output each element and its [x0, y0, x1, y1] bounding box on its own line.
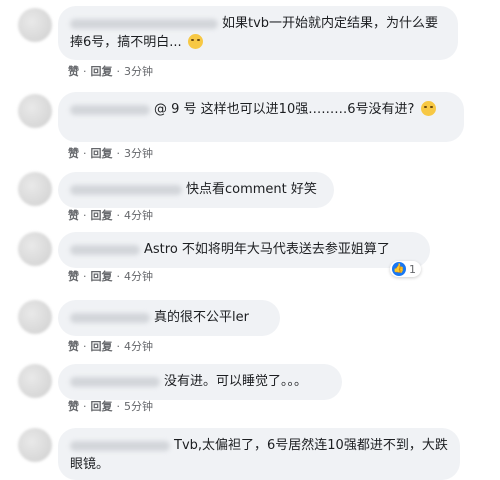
avatar[interactable] — [18, 232, 52, 266]
comment-bubble: @ 9 号 这样也可以进10强………6号没有进? — [58, 92, 464, 142]
reply-button[interactable]: 回复 — [91, 209, 113, 222]
like-button[interactable]: 赞 — [68, 270, 79, 283]
comment-text: Astro 不如将明年大马代表送去参亚姐算了 — [144, 242, 390, 257]
avatar[interactable] — [18, 172, 52, 206]
grinning-sweat-emoji-icon — [187, 34, 203, 49]
reply-button[interactable]: 回复 — [91, 65, 113, 78]
avatar[interactable] — [18, 300, 52, 334]
author-name[interactable] — [70, 184, 182, 195]
comment-text: 真的很不公平ler — [154, 310, 249, 325]
reply-button[interactable]: 回复 — [91, 147, 113, 160]
reply-button[interactable]: 回复 — [91, 340, 113, 353]
like-button[interactable]: 赞 — [68, 65, 79, 78]
avatar[interactable] — [18, 428, 52, 462]
comment-time[interactable]: 4分钟 — [124, 209, 153, 222]
comment-actions: 赞 · 回复 · 3分钟 — [68, 147, 153, 160]
like-button[interactable]: 赞 — [68, 147, 79, 160]
author-name[interactable] — [70, 312, 150, 323]
comment-text: 没有进。可以睡觉了。。。 — [164, 374, 308, 389]
comment-bubble: 快点看comment 好笑 — [58, 172, 334, 208]
comment-actions: 赞 · 回复 · 4分钟 — [68, 209, 153, 222]
comment-time[interactable]: 4分钟 — [124, 270, 153, 283]
comment-time[interactable]: 3分钟 — [124, 65, 153, 78]
avatar[interactable] — [18, 94, 52, 128]
author-name[interactable] — [70, 440, 170, 451]
comment-actions: 赞 · 回复 · 4分钟 — [68, 270, 153, 283]
comment-text: @ 9 号 这样也可以进10强………6号没有进? — [154, 102, 415, 117]
comment-bubble: 没有进。可以睡觉了。。。 — [58, 364, 342, 400]
comment-bubble: Astro 不如将明年大马代表送去参亚姐算了 — [58, 232, 430, 268]
like-button[interactable]: 赞 — [68, 340, 79, 353]
worried-face-emoji-icon — [420, 101, 436, 116]
like-button[interactable]: 赞 — [68, 209, 79, 222]
reply-button[interactable]: 回复 — [91, 400, 113, 413]
comment-text: 快点看comment 好笑 — [186, 182, 317, 197]
comment-actions: 赞 · 回复 · 3分钟 — [68, 65, 153, 78]
comment-bubble: 如果tvb一开始就内定结果，为什么要捧6号，搞不明白... — [58, 6, 458, 60]
comment-time[interactable]: 5分钟 — [124, 400, 153, 413]
thumbs-up-icon: 👍 — [392, 262, 406, 276]
comment-bubble: 真的很不公平ler — [58, 300, 280, 336]
author-name[interactable] — [70, 104, 150, 115]
author-name[interactable] — [70, 244, 140, 255]
reaction-number: 1 — [409, 262, 416, 276]
reaction-count[interactable]: 👍 1 — [390, 261, 421, 277]
like-button[interactable]: 赞 — [68, 400, 79, 413]
comment-bubble: Tvb,太偏袒了，6号居然连10强都进不到，大跌眼镜。 — [58, 428, 460, 480]
reply-button[interactable]: 回复 — [91, 270, 113, 283]
comment-actions: 赞 · 回复 · 5分钟 — [68, 400, 153, 413]
comment-actions: 赞 · 回复 · 4分钟 — [68, 340, 153, 353]
author-name[interactable] — [70, 376, 160, 387]
avatar[interactable] — [18, 8, 52, 42]
avatar[interactable] — [18, 364, 52, 398]
comment-time[interactable]: 3分钟 — [124, 147, 153, 160]
comment-time[interactable]: 4分钟 — [124, 340, 153, 353]
author-name[interactable] — [70, 18, 218, 29]
